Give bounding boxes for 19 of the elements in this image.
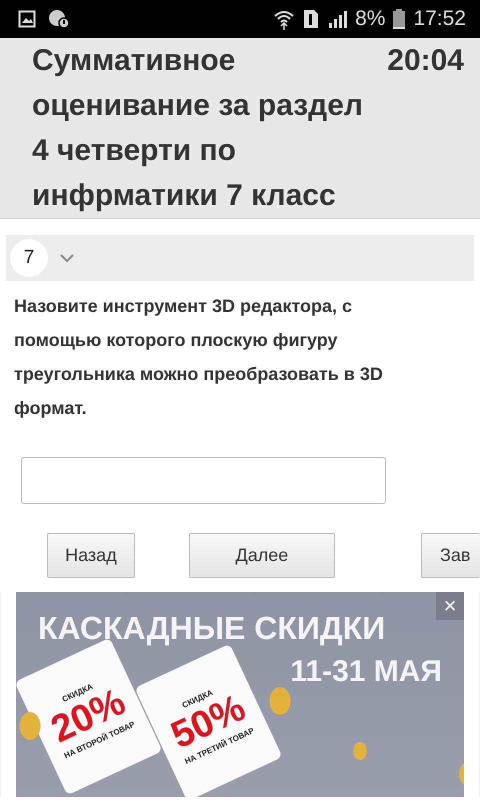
nav-button[interactable]: Назад	[47, 533, 135, 578]
wifi-icon	[273, 8, 296, 30]
clock: 17:52	[413, 7, 466, 31]
notification-icon	[48, 9, 70, 29]
close-button[interactable]: ×	[436, 592, 464, 620]
sim-card-icon	[303, 9, 320, 29]
nav-button[interactable]: Зав	[420, 533, 480, 578]
question-text: Назовите инструмент 3D редактора, с помощью которого плоскую фигуру треугольника можно преобразовать в 3D формат.	[13, 295, 384, 420]
timer: 20:04	[387, 43, 464, 79]
answer-field[interactable]	[21, 457, 386, 504]
nav-button[interactable]: Далее	[188, 533, 335, 578]
ad-headline: КАСКАДНЫЕ СКИДКИ	[38, 610, 386, 647]
coin-icon	[351, 742, 369, 760]
battery-percentage: 8%	[355, 7, 386, 31]
question-number: 7	[10, 239, 48, 277]
signal-icon	[327, 10, 348, 28]
quiz-title: Суммативное оценивание за раздел 4 четверти по инфрматики 7 класс	[32, 43, 364, 214]
battery-icon	[393, 9, 406, 29]
image-icon	[18, 10, 36, 28]
